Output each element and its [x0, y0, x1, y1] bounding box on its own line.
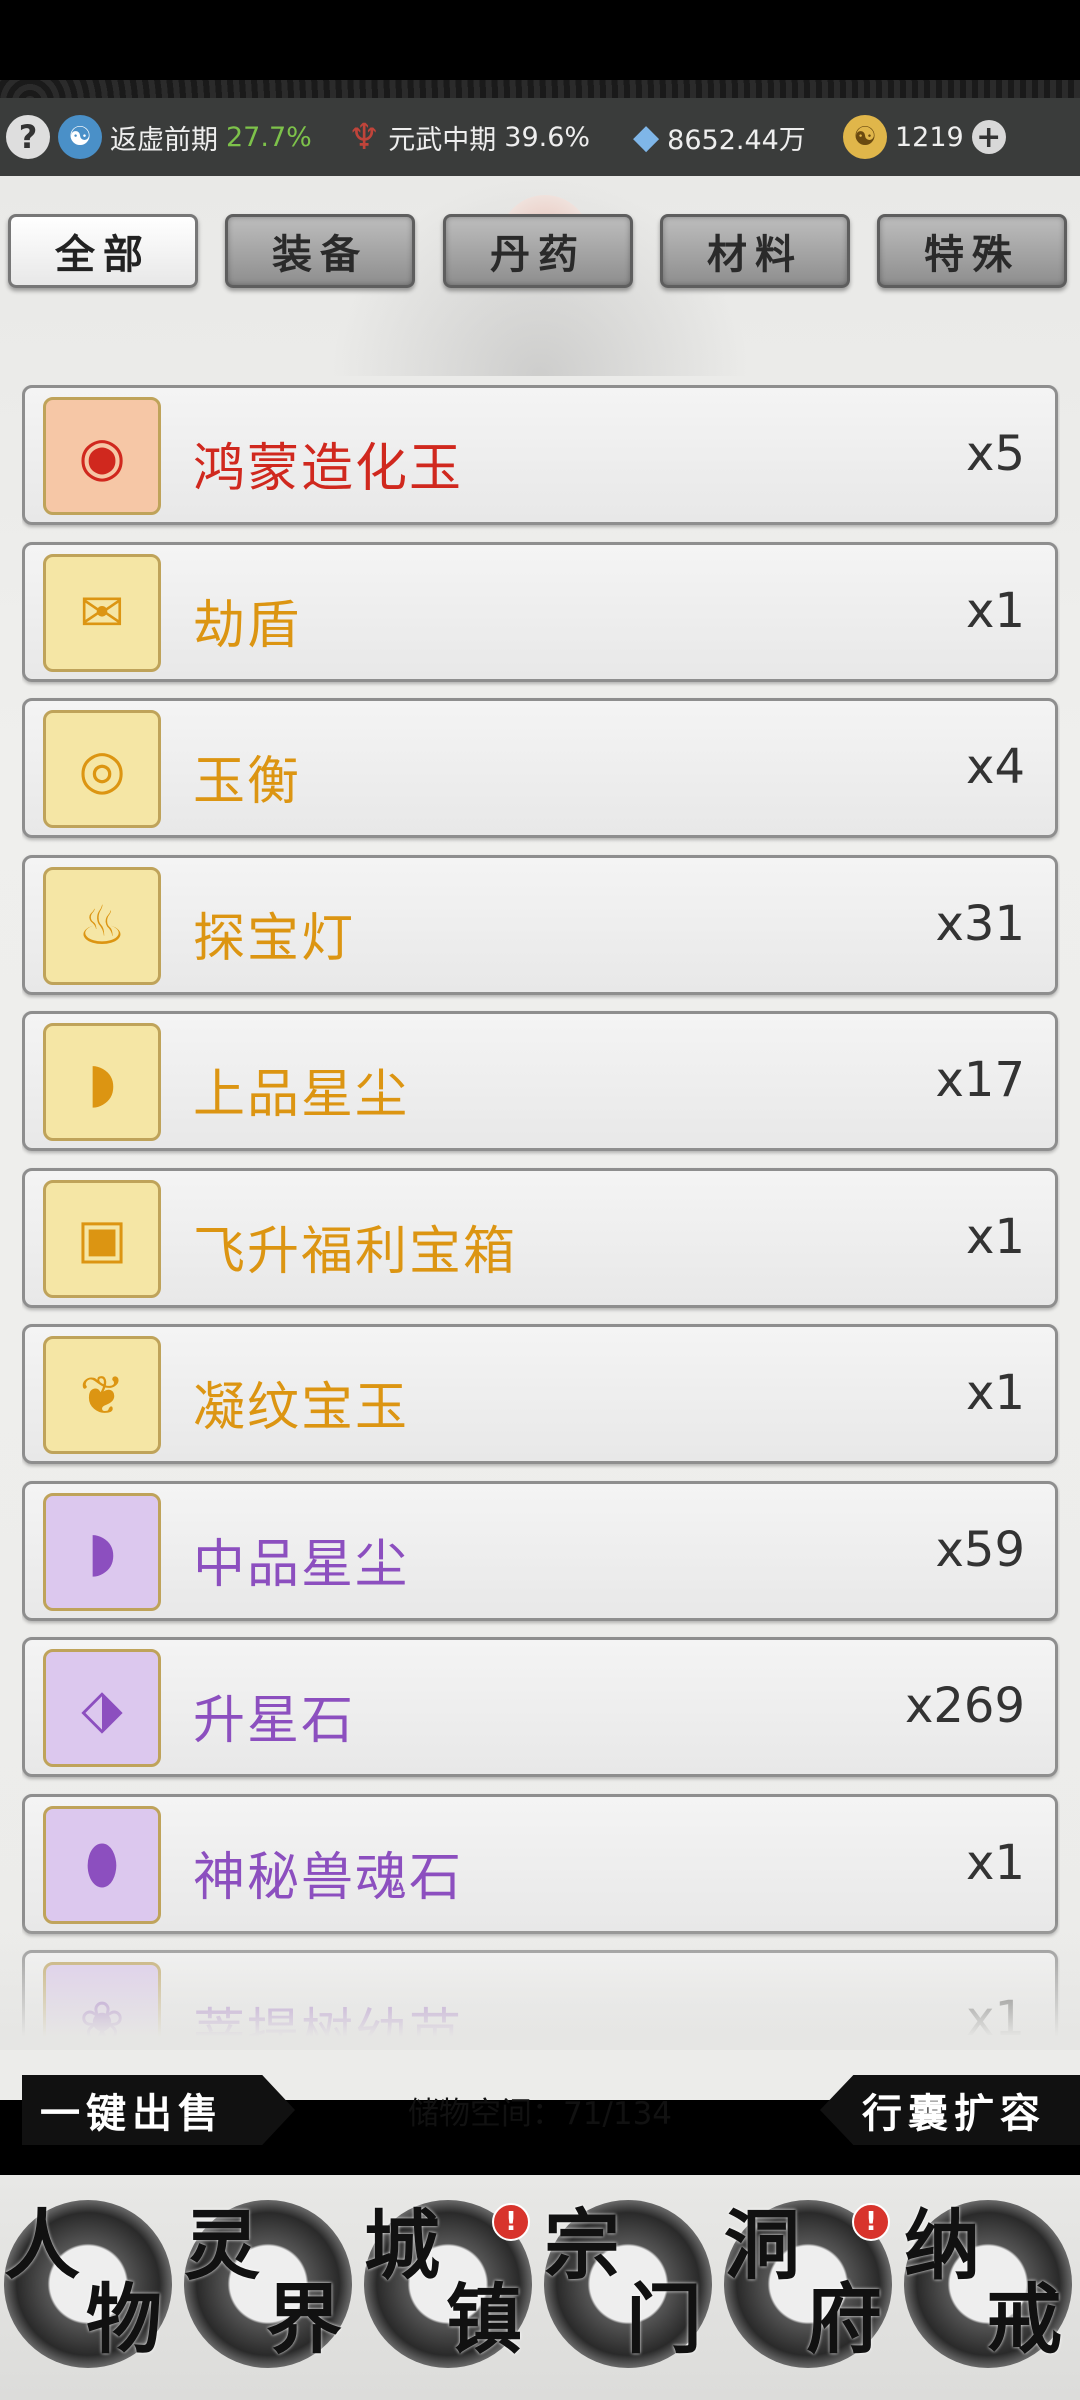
item-count: x1	[966, 582, 1025, 639]
lantern-icon: ♨	[43, 866, 161, 985]
realm2-name: 元武中期	[388, 124, 497, 156]
alert-badge-icon: !	[492, 2203, 530, 2241]
jade-amount: 1219	[895, 121, 964, 153]
decorative-wave-border	[0, 80, 1080, 98]
item-name: 神秘兽魂石	[193, 1847, 464, 1908]
nav-town-label-bottom: 镇	[446, 2275, 522, 2364]
jade-orb-icon: ◉	[43, 397, 161, 515]
storage-capacity: 储物空间：71/134	[407, 2096, 673, 2132]
item-name: 劫盾	[193, 595, 302, 656]
inventory-item-row[interactable]: ◗ 中品星尘 x59	[22, 1480, 1058, 1621]
tab-equipment[interactable]: 装备	[225, 214, 415, 288]
item-count: x1	[966, 1834, 1025, 1891]
add-currency-button[interactable]: +	[971, 120, 1006, 155]
inventory-item-row[interactable]: ⬮ 神秘兽魂石 x1	[22, 1793, 1058, 1934]
inventory-item-row[interactable]: ⬗ 升星石 x269	[22, 1637, 1058, 1777]
help-icon[interactable]: ?	[6, 115, 50, 159]
nav-storage-ring-label-top: 纳	[904, 2201, 980, 2290]
nav-cave-label-top: 洞	[724, 2201, 800, 2290]
item-count: x5	[966, 426, 1025, 482]
nav-sect-label-bottom: 门	[626, 2275, 702, 2364]
nav-character-label-top: 人	[4, 2201, 80, 2290]
item-name: 探宝灯	[193, 908, 356, 969]
nav-spirit-realm-label-bottom: 界	[266, 2275, 342, 2364]
item-count: x31	[935, 895, 1025, 952]
item-name: 中品星尘	[193, 1534, 410, 1595]
inventory-item-row[interactable]: ◗ 上品星尘 x17	[22, 1011, 1058, 1151]
tab-special[interactable]: 特殊	[877, 214, 1067, 288]
nav-character-label-bottom: 物	[86, 2275, 162, 2364]
inventory-item-row[interactable]: ▣ 飞升福利宝箱 x1	[22, 1167, 1058, 1308]
talisman-scroll-icon: ✉	[43, 553, 161, 672]
nav-storage-ring-label-bottom: 戒	[986, 2275, 1062, 2364]
item-list[interactable]: ◉ 鸿蒙造化玉 x5 ✉ 劫盾 x1 ◎ 玉衡 x4 ♨ 探宝灯 x31 ◗ 上品星尘 x17 ▣ 飞升福利宝箱…	[22, 385, 1060, 2045]
inventory-item-row[interactable]: ◎ 玉衡 x4	[22, 698, 1058, 838]
item-count: x1	[966, 1208, 1025, 1265]
list-fade	[0, 1920, 1080, 2050]
tab-all[interactable]: 全部	[8, 214, 198, 288]
status-bar: ? ☯ 返虚前期 27.7% ♆ 元武中期 39.6% ◆ 8652.44万 ☯…	[0, 98, 1080, 176]
sell-all-button[interactable]: 一键出售	[22, 2075, 295, 2145]
golden-disc-icon: ◎	[43, 710, 161, 828]
item-count: x17	[935, 1052, 1025, 1108]
item-count: x59	[935, 1521, 1025, 1578]
nav-cave-label-bottom: 府	[806, 2275, 882, 2364]
inventory-item-row[interactable]: ◉ 鸿蒙造化玉 x5	[22, 385, 1058, 525]
nav-town-label-top: 城	[364, 2201, 440, 2290]
item-name: 凝纹宝玉	[193, 1378, 410, 1438]
stardust-dish-icon: ◗	[43, 1023, 161, 1141]
inventory-item-row[interactable]: ♨ 探宝灯 x31	[22, 854, 1058, 995]
tab-pills[interactable]: 丹药	[443, 214, 633, 288]
spirit-stone-icon: ◆	[633, 117, 660, 157]
inventory-item-row[interactable]: ✉ 劫盾 x1	[22, 541, 1058, 682]
alert-badge-icon: !	[852, 2203, 890, 2241]
expand-bag-button[interactable]: 行囊扩容	[820, 2075, 1080, 2145]
item-name: 上品星尘	[193, 1065, 410, 1125]
realm1-percent: 27.7%	[226, 121, 312, 153]
item-name: 升星石	[193, 1691, 356, 1751]
item-count: x269	[904, 1678, 1025, 1734]
weapon-realm-icon: ♆	[348, 116, 381, 158]
item-name: 飞升福利宝箱	[193, 1221, 518, 1282]
item-name: 玉衡	[193, 752, 302, 812]
yin-yang-icon: ☯	[58, 115, 102, 159]
star-stone-icon: ⬗	[43, 1649, 161, 1767]
item-count: x1	[966, 1365, 1025, 1421]
nav-spirit-realm-label-top: 灵	[184, 2201, 260, 2290]
tab-materials[interactable]: 材料	[660, 214, 850, 288]
purple-jade-icon: ❦	[43, 1336, 161, 1454]
treasure-chest-icon: ▣	[43, 1179, 161, 1298]
realm1-name: 返虚前期	[110, 124, 218, 156]
nav-sect-label-top: 宗	[544, 2201, 620, 2290]
item-name: 鸿蒙造化玉	[193, 439, 464, 499]
inventory-item-row[interactable]: ❦ 凝纹宝玉 x1	[22, 1324, 1058, 1464]
stardust-dish-icon: ◗	[43, 1492, 161, 1611]
top-black-area	[0, 0, 1080, 80]
item-count: x4	[966, 739, 1025, 795]
gold-jade-icon: ☯	[843, 115, 887, 159]
spirit-stone-amount: 8652.44万	[667, 124, 806, 156]
beast-soul-stone-icon: ⬮	[43, 1805, 161, 1924]
realm2-percent: 39.6%	[504, 121, 591, 153]
